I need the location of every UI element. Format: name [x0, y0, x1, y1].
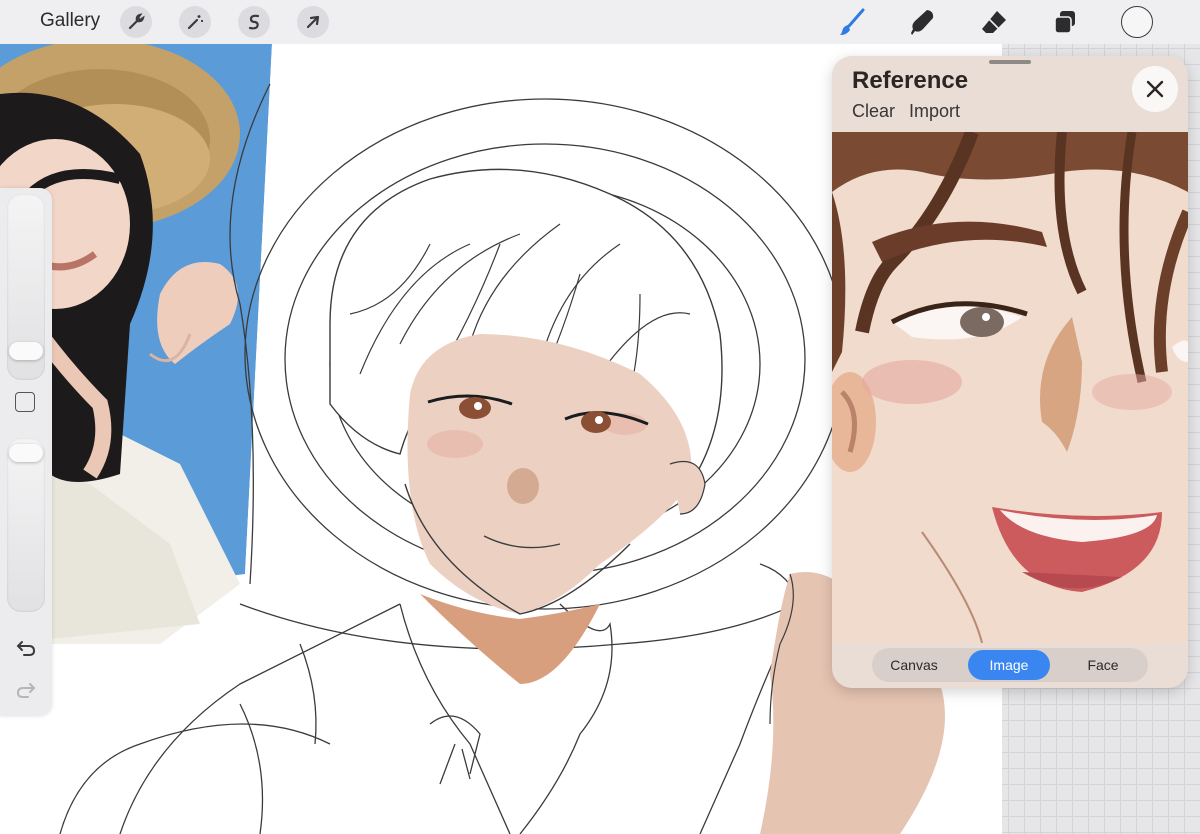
reference-drag-handle[interactable] [989, 60, 1031, 64]
clear-button[interactable]: Clear [852, 101, 895, 122]
reference-mode-tabs: Canvas Image Face [872, 648, 1148, 682]
magic-wand-icon [187, 15, 203, 30]
eraser-icon [982, 11, 1006, 33]
redo-icon[interactable] [14, 678, 38, 702]
reference-panel[interactable]: Reference Clear Import Canvas Image Face [832, 56, 1188, 688]
undo-icon[interactable] [14, 636, 38, 660]
arrow-cursor-icon [306, 15, 320, 29]
layers-button[interactable] [1047, 4, 1083, 40]
paintbrush-icon [840, 8, 865, 35]
eraser-tool-button[interactable] [976, 4, 1012, 40]
gallery-button[interactable]: Gallery [40, 10, 100, 32]
reference-artwork [832, 132, 1188, 643]
tab-face[interactable]: Face [1062, 650, 1144, 680]
wrench-icon [128, 13, 145, 30]
brush-tool-button[interactable] [834, 4, 870, 40]
smudge-tool-button[interactable] [904, 4, 940, 40]
opacity-thumb[interactable] [9, 444, 43, 462]
actions-button[interactable] [120, 6, 152, 38]
layers-icon [1054, 11, 1075, 34]
selection-button[interactable] [238, 6, 270, 38]
brush-size-thumb[interactable] [9, 342, 43, 360]
opacity-slider[interactable] [7, 438, 45, 612]
tab-image[interactable]: Image [968, 650, 1050, 680]
left-sidebar [0, 188, 52, 716]
adjustments-button[interactable] [179, 6, 211, 38]
modify-button[interactable] [15, 392, 35, 412]
selection-s-icon [248, 14, 260, 30]
close-reference-button[interactable] [1132, 66, 1178, 112]
brush-size-slider[interactable] [7, 194, 45, 380]
import-button[interactable]: Import [909, 101, 960, 122]
color-picker-swatch[interactable] [1121, 6, 1153, 38]
top-toolbar: Gallery [0, 0, 1200, 44]
tab-canvas[interactable]: Canvas [873, 650, 955, 680]
smudge-finger-icon [911, 10, 934, 35]
close-icon [1146, 80, 1164, 98]
transform-button[interactable] [297, 6, 329, 38]
reference-title: Reference [852, 67, 969, 94]
reference-image[interactable] [832, 132, 1188, 643]
